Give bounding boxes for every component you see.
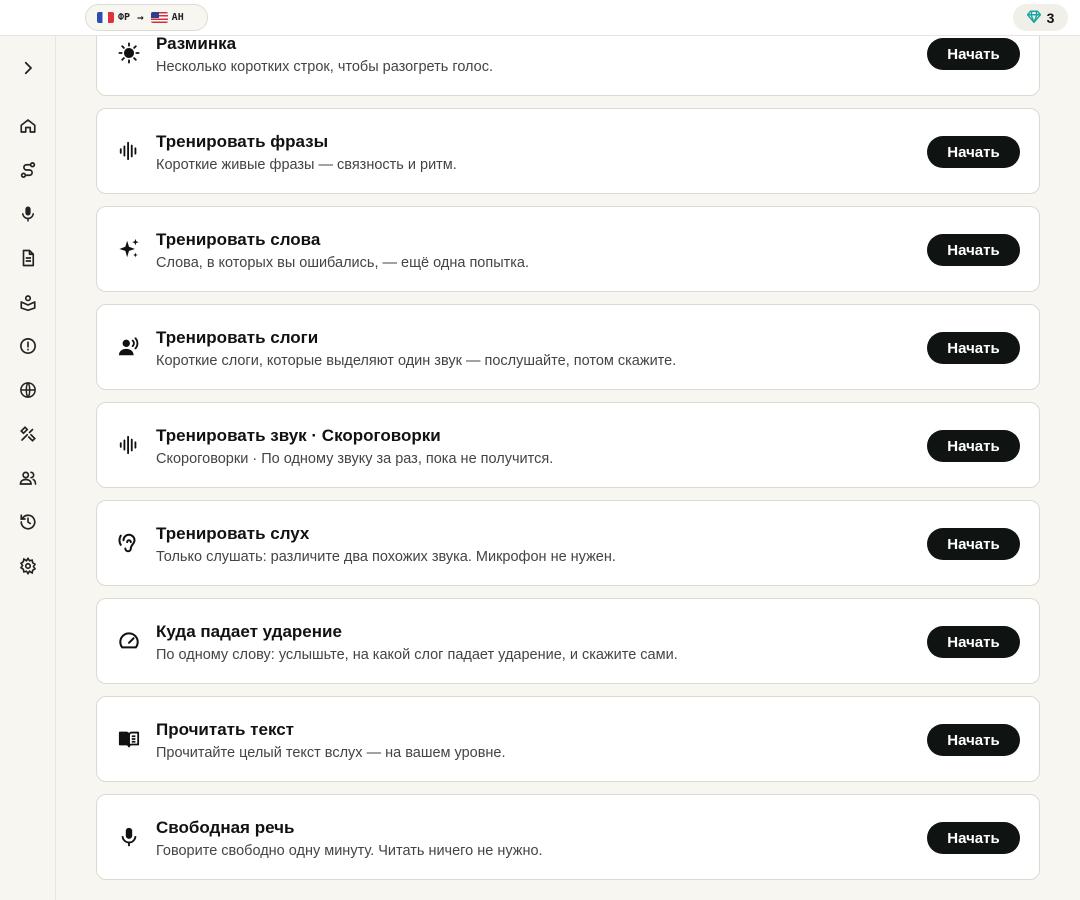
- exercise-title: Свободная речь: [156, 818, 295, 837]
- book-user-icon[interactable]: [16, 290, 40, 314]
- exercise-title: Тренировать слоги: [156, 328, 319, 347]
- exercise-card-free-speech[interactable]: Свободная речь Говорите свободно одну ми…: [96, 794, 1040, 880]
- exercise-description: Прочитайте целый текст вслух — на вашем …: [156, 745, 506, 761]
- exercise-card-syllables[interactable]: Тренировать слоги Короткие слоги, которы…: [96, 304, 1040, 390]
- open-book-icon: [117, 727, 141, 751]
- exercise-title: Прочитать текст: [156, 720, 295, 739]
- exercise-card-listening[interactable]: Тренировать слух Только слушать: различи…: [96, 500, 1040, 586]
- speaking-person-icon: [117, 335, 141, 359]
- gem-icon: [1026, 10, 1041, 26]
- start-words-button[interactable]: Начать: [927, 234, 1020, 266]
- start-phrases-button[interactable]: Начать: [927, 136, 1020, 168]
- mic-icon[interactable]: [16, 202, 40, 226]
- source-language-code: ФР: [118, 12, 131, 23]
- alert-circle-icon[interactable]: [16, 334, 40, 358]
- gauge-icon: [117, 629, 141, 653]
- exercise-card-stress[interactable]: Куда падает ударение По одному слову: ус…: [96, 598, 1040, 684]
- exercise-description: Короткие слоги, которые выделяют один зв…: [156, 353, 677, 369]
- gem-count: 3: [1046, 9, 1055, 26]
- target-language-code: АН: [171, 12, 184, 23]
- exercise-description: Несколько коротких строк, чтобы разогрет…: [156, 59, 494, 75]
- start-sound-button[interactable]: Начать: [927, 430, 1020, 462]
- us-flag-icon: [150, 12, 168, 23]
- exercise-card-sound[interactable]: Тренировать звук · Скороговорки Скорогов…: [96, 402, 1040, 488]
- users-icon[interactable]: [16, 466, 40, 490]
- france-flag-icon: [97, 12, 114, 23]
- gems-counter[interactable]: 3: [1013, 4, 1068, 31]
- exercise-title: Тренировать фразы: [156, 132, 329, 151]
- sidebar: [0, 36, 56, 900]
- home-icon[interactable]: [16, 114, 40, 138]
- exercise-title: Тренировать слух: [156, 524, 310, 543]
- arrow-right-icon: →: [137, 11, 144, 24]
- sun-icon: [117, 41, 141, 65]
- exercise-title: Разминка: [156, 34, 237, 53]
- chevron-right-icon[interactable]: [16, 56, 40, 80]
- start-syllables-button[interactable]: Начать: [927, 332, 1020, 364]
- start-read-text-button[interactable]: Начать: [927, 724, 1020, 756]
- exercise-title: Тренировать звук · Скороговорки: [156, 426, 441, 445]
- ear-icon: [117, 531, 141, 555]
- audio-waveform-icon: [117, 139, 141, 163]
- wrench-icon[interactable]: [16, 422, 40, 446]
- exercise-description: Только слушать: различите два похожих зв…: [156, 549, 616, 565]
- route-icon[interactable]: [16, 158, 40, 182]
- exercise-description: Короткие живые фразы — связность и ритм.: [156, 157, 457, 173]
- globe-icon[interactable]: [16, 378, 40, 402]
- start-warmup-button[interactable]: Начать: [927, 38, 1020, 70]
- mic-icon: [117, 825, 141, 849]
- gear-icon[interactable]: [16, 554, 40, 578]
- exercise-card-phrases[interactable]: Тренировать фразы Короткие живые фразы —…: [96, 108, 1040, 194]
- audio-waveform-icon: [117, 433, 141, 457]
- exercise-card-read-text[interactable]: Прочитать текст Прочитайте целый текст в…: [96, 696, 1040, 782]
- exercise-card-words[interactable]: Тренировать слова Слова, в которых вы ош…: [96, 206, 1040, 292]
- sparkles-icon: [117, 237, 141, 261]
- history-icon[interactable]: [16, 510, 40, 534]
- top-bar: ФР → АН 3: [0, 0, 1080, 36]
- exercise-description: По одному слову: услышьте, на какой слог…: [156, 647, 678, 663]
- exercise-description: Слова, в которых вы ошибались, — ещё одн…: [156, 255, 530, 271]
- start-stress-button[interactable]: Начать: [927, 626, 1020, 658]
- language-pair-selector[interactable]: ФР → АН: [85, 4, 208, 31]
- start-free-speech-button[interactable]: Начать: [927, 822, 1020, 854]
- exercise-title: Тренировать слова: [156, 230, 321, 249]
- start-listening-button[interactable]: Начать: [927, 528, 1020, 560]
- document-icon[interactable]: [16, 246, 40, 270]
- exercise-description: Скороговорки · По одному звуку за раз, п…: [156, 451, 554, 467]
- exercise-description: Говорите свободно одну минуту. Читать ни…: [156, 843, 543, 859]
- exercise-title: Куда падает ударение: [156, 622, 342, 641]
